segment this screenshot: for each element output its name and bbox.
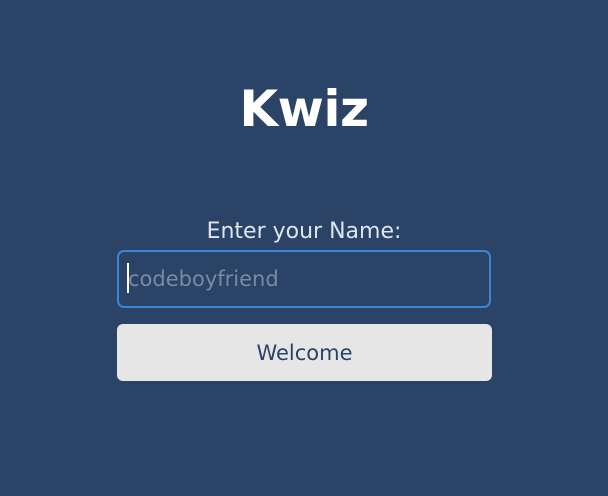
text-cursor xyxy=(127,263,129,293)
login-page: Kwiz Enter your Name: Welcome xyxy=(0,0,608,496)
name-input[interactable] xyxy=(117,250,491,308)
app-title: Kwiz xyxy=(239,80,369,138)
welcome-button[interactable]: Welcome xyxy=(117,324,492,381)
name-label: Enter your Name: xyxy=(206,219,402,244)
